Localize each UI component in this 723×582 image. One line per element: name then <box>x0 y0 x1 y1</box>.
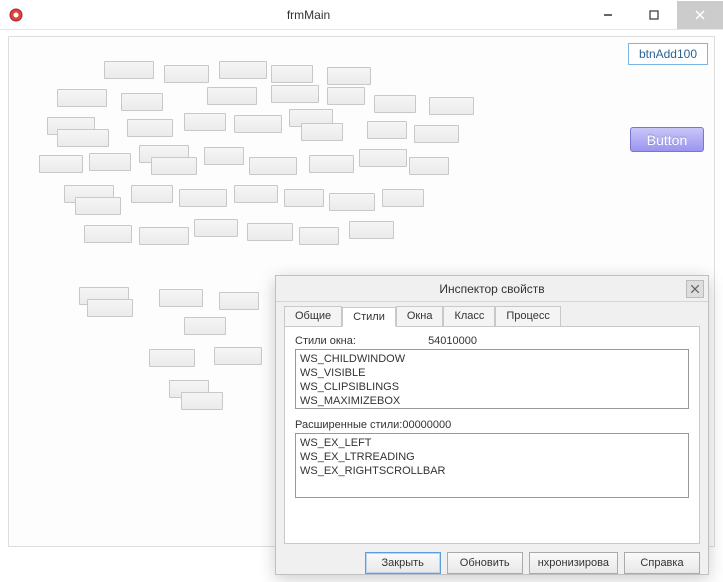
ghost-button[interactable] <box>374 95 416 113</box>
ghost-button[interactable] <box>219 61 267 79</box>
ghost-button[interactable] <box>104 61 154 79</box>
inspector-panel: Стили окна: 54010000 WS_CHILDWINDOW WS_V… <box>284 326 700 544</box>
ex-style-item[interactable]: WS_EX_RIGHTSCROLLBAR <box>300 464 684 478</box>
ghost-button[interactable] <box>184 317 226 335</box>
tab-process[interactable]: Процесс <box>495 306 560 326</box>
inspector-sync-button[interactable]: нхронизирова <box>529 552 618 574</box>
style-item[interactable]: WS_VISIBLE <box>300 366 684 380</box>
tab-class[interactable]: Класс <box>443 306 495 326</box>
ex-style-item[interactable]: WS_EX_LEFT <box>300 436 684 450</box>
ghost-button[interactable] <box>429 97 474 115</box>
ghost-button[interactable] <box>349 221 394 239</box>
ghost-button[interactable] <box>247 223 293 241</box>
tab-windows[interactable]: Окна <box>396 306 444 326</box>
add-100-button[interactable]: btnAdd100 <box>628 43 708 65</box>
style-item[interactable]: WS_MAXIMIZEBOX <box>300 394 684 408</box>
ghost-button[interactable] <box>329 193 375 211</box>
styles-label: Стили окна: <box>295 335 425 347</box>
ghost-button[interactable] <box>214 347 262 365</box>
tab-general[interactable]: Общие <box>284 306 342 326</box>
ghost-button[interactable] <box>284 189 324 207</box>
tab-styles[interactable]: Стили <box>342 307 396 327</box>
styles-value: 54010000 <box>428 335 477 347</box>
ghost-button[interactable] <box>164 65 209 83</box>
ghost-button[interactable] <box>249 157 297 175</box>
ghost-button[interactable] <box>234 115 282 133</box>
window-title: frmMain <box>32 8 585 22</box>
ghost-button[interactable] <box>299 227 339 245</box>
styles-listbox[interactable]: WS_CHILDWINDOW WS_VISIBLE WS_CLIPSIBLING… <box>295 349 689 409</box>
ghost-button[interactable] <box>414 125 459 143</box>
ghost-button[interactable] <box>271 65 313 83</box>
ghost-button[interactable] <box>409 157 449 175</box>
ghost-button[interactable] <box>57 129 109 147</box>
ghost-button[interactable] <box>127 119 173 137</box>
ghost-button[interactable] <box>271 85 319 103</box>
ghost-button[interactable] <box>84 225 132 243</box>
ex-styles-listbox[interactable]: WS_EX_LEFT WS_EX_LTRREADING WS_EX_RIGHTS… <box>295 433 689 498</box>
ex-style-item[interactable]: WS_EX_LTRREADING <box>300 450 684 464</box>
inspector-title-text: Инспектор свойств <box>439 282 544 296</box>
ghost-button[interactable] <box>139 227 189 245</box>
inspector-close-action[interactable]: Закрыть <box>365 552 441 574</box>
inspector-title[interactable]: Инспектор свойств <box>276 276 708 302</box>
inspector-dialog: Инспектор свойств Общие Стили Окна Класс… <box>275 275 709 575</box>
ghost-button[interactable] <box>207 87 257 105</box>
ghost-button[interactable] <box>149 349 195 367</box>
minimize-button[interactable] <box>585 1 631 29</box>
ghost-button[interactable] <box>131 185 173 203</box>
ghost-button[interactable] <box>194 219 238 237</box>
ghost-button[interactable] <box>359 149 407 167</box>
ghost-button[interactable] <box>382 189 424 207</box>
ghost-button[interactable] <box>87 299 133 317</box>
titlebar: frmMain <box>0 0 723 30</box>
ghost-button[interactable] <box>309 155 354 173</box>
maximize-button[interactable] <box>631 1 677 29</box>
inspector-close-button[interactable] <box>686 280 704 298</box>
ghost-button[interactable] <box>159 289 203 307</box>
inspector-help-button[interactable]: Справка <box>624 552 700 574</box>
ex-styles-value: 00000000 <box>402 419 451 431</box>
inspector-refresh-button[interactable]: Обновить <box>447 552 523 574</box>
ghost-button[interactable] <box>219 292 259 310</box>
ghost-button[interactable] <box>184 113 226 131</box>
ghost-button[interactable] <box>181 392 223 410</box>
ghost-button[interactable] <box>204 147 244 165</box>
highlighted-button[interactable]: Button <box>630 127 704 152</box>
ex-styles-label: Расширенные стили: <box>295 419 402 431</box>
ghost-button[interactable] <box>39 155 83 173</box>
inspector-button-row: Закрыть Обновить нхронизирова Справка <box>276 552 708 582</box>
ghost-button[interactable] <box>327 87 365 105</box>
client-area: btnAdd100 Button <box>8 36 715 547</box>
style-item[interactable]: WS_CLIPSIBLINGS <box>300 380 684 394</box>
ghost-button[interactable] <box>89 153 131 171</box>
ghost-button[interactable] <box>75 197 121 215</box>
ghost-button[interactable] <box>179 189 227 207</box>
ghost-button[interactable] <box>151 157 197 175</box>
style-item[interactable]: WS_CHILDWINDOW <box>300 352 684 366</box>
ghost-button[interactable] <box>301 123 343 141</box>
ghost-button[interactable] <box>57 89 107 107</box>
ghost-button[interactable] <box>234 185 278 203</box>
close-button[interactable] <box>677 1 723 29</box>
inspector-tabs: Общие Стили Окна Класс Процесс <box>284 306 700 326</box>
ghost-button[interactable] <box>327 67 371 85</box>
app-icon <box>8 7 24 23</box>
ghost-button[interactable] <box>121 93 163 111</box>
window-controls <box>585 1 723 29</box>
ghost-button[interactable] <box>367 121 407 139</box>
